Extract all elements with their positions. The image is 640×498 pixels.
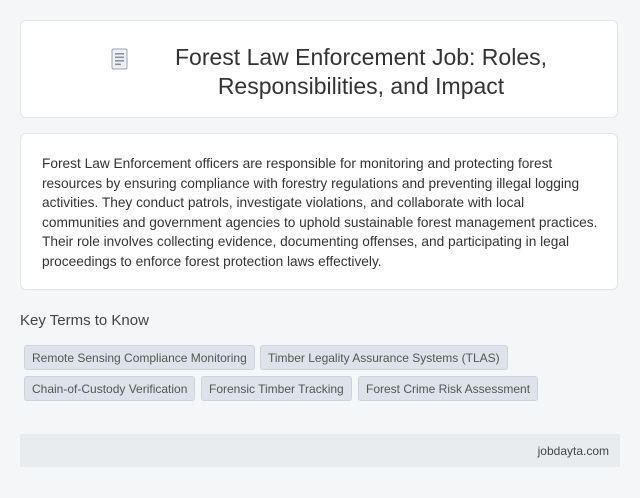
- title-line-1: Forest Law Enforcement Job: Roles,: [175, 44, 547, 70]
- key-term-tag[interactable]: Chain-of-Custody Verification: [24, 376, 196, 401]
- key-term-tag[interactable]: Forensic Timber Tracking: [201, 376, 352, 401]
- footer-bar: jobdayta.com: [20, 434, 620, 467]
- key-term-tag[interactable]: Remote Sensing Compliance Monitoring: [24, 345, 255, 370]
- description-text: Forest Law Enforcement officers are resp…: [42, 156, 598, 269]
- footer-site-link[interactable]: jobdayta.com: [538, 444, 609, 458]
- title-card: Forest Law Enforcement Job: Roles, Respo…: [20, 20, 618, 118]
- key-term-tag[interactable]: Forest Crime Risk Assessment: [358, 376, 539, 401]
- key-terms-heading: Key Terms to Know: [20, 312, 149, 329]
- document-icon: [111, 48, 128, 70]
- title-line-2: Responsibilities, and Impact: [217, 73, 505, 99]
- description-card: Forest Law Enforcement officers are resp…: [20, 133, 618, 290]
- page-title: Forest Law Enforcement Job: Roles, Respo…: [141, 43, 581, 101]
- key-term-tag[interactable]: Timber Legality Assurance Systems (TLAS): [260, 345, 508, 370]
